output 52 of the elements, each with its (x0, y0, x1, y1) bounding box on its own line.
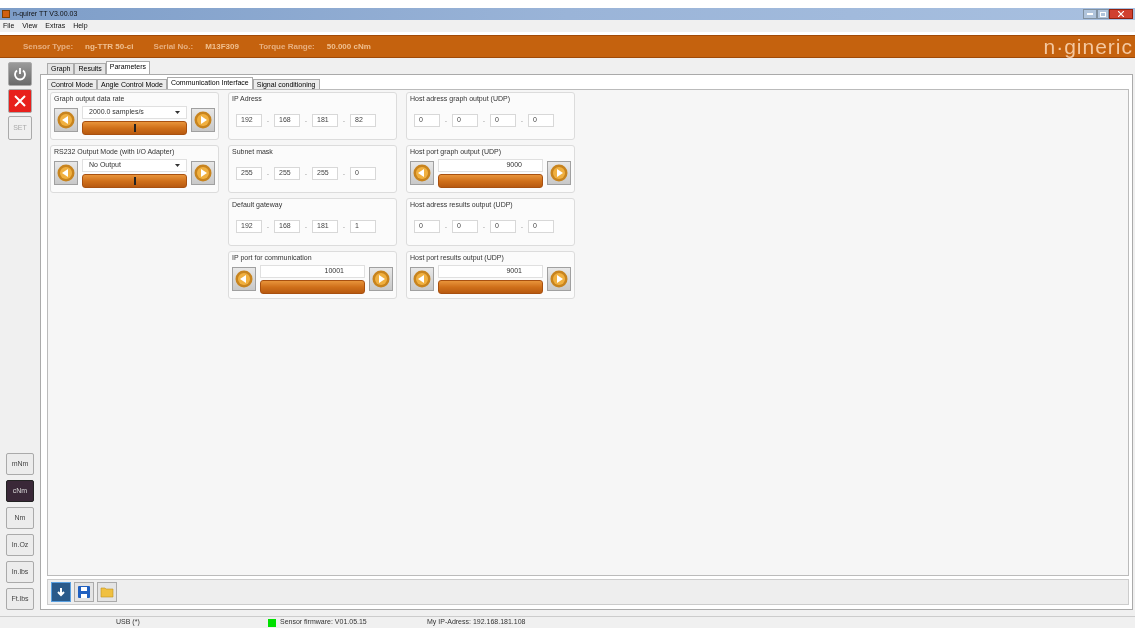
header-label: Torque Range: (258, 40, 315, 53)
caret-icon (175, 110, 180, 114)
previous-button[interactable] (54, 161, 78, 185)
next-button[interactable] (191, 108, 215, 132)
next-button[interactable] (547, 161, 571, 185)
minimize-button[interactable] (1083, 9, 1097, 19)
previous-button[interactable] (410, 267, 434, 291)
previous-button[interactable] (410, 161, 434, 185)
slider-track[interactable] (82, 120, 187, 135)
left-arrow-icon (413, 270, 431, 288)
next-button[interactable] (369, 267, 393, 291)
down-arrow-icon (56, 587, 66, 597)
power-icon (13, 67, 27, 81)
left-arrow-icon (57, 164, 75, 182)
right-arrow-icon (194, 164, 212, 182)
next-button[interactable] (191, 161, 215, 185)
previous-button[interactable] (232, 267, 256, 291)
close-icon (13, 94, 27, 108)
right-arrow-icon (550, 164, 568, 182)
close-button[interactable] (1109, 9, 1133, 19)
slider-thumb[interactable] (133, 176, 136, 185)
next-button[interactable] (547, 267, 571, 291)
right-arrow-icon (372, 270, 390, 288)
minimize-icon (1087, 13, 1093, 15)
caret-icon (175, 163, 180, 167)
header-label: Serial No.: (153, 40, 194, 53)
slider-thumb[interactable] (133, 123, 136, 132)
header-label: Sensor Type: (23, 40, 74, 53)
save-icon (77, 585, 91, 599)
left-arrow-icon (57, 111, 75, 129)
right-arrow-icon (550, 270, 568, 288)
header-value: ng-TTR 50-ci (85, 40, 134, 53)
close-icon (1118, 11, 1124, 17)
slider-track[interactable] (438, 173, 543, 188)
cancel-button[interactable] (8, 89, 32, 113)
slider-track[interactable] (260, 279, 365, 294)
maximize-button[interactable] (1097, 9, 1109, 19)
header-value: 50.000 cNm (326, 40, 371, 53)
left-arrow-icon (235, 270, 253, 288)
power-button[interactable] (8, 62, 32, 86)
logo: n·gineric (1043, 36, 1133, 57)
save-button[interactable] (74, 582, 94, 602)
right-arrow-icon (194, 111, 212, 129)
maximize-icon (1100, 11, 1106, 17)
download-button[interactable] (51, 582, 71, 602)
slider-track[interactable] (438, 279, 543, 294)
left-arrow-icon (413, 164, 431, 182)
app-icon (2, 10, 10, 18)
previous-button[interactable] (54, 108, 78, 132)
folder-icon (100, 586, 114, 598)
slider-track[interactable] (82, 173, 187, 188)
header-value: M13F309 (205, 40, 239, 53)
